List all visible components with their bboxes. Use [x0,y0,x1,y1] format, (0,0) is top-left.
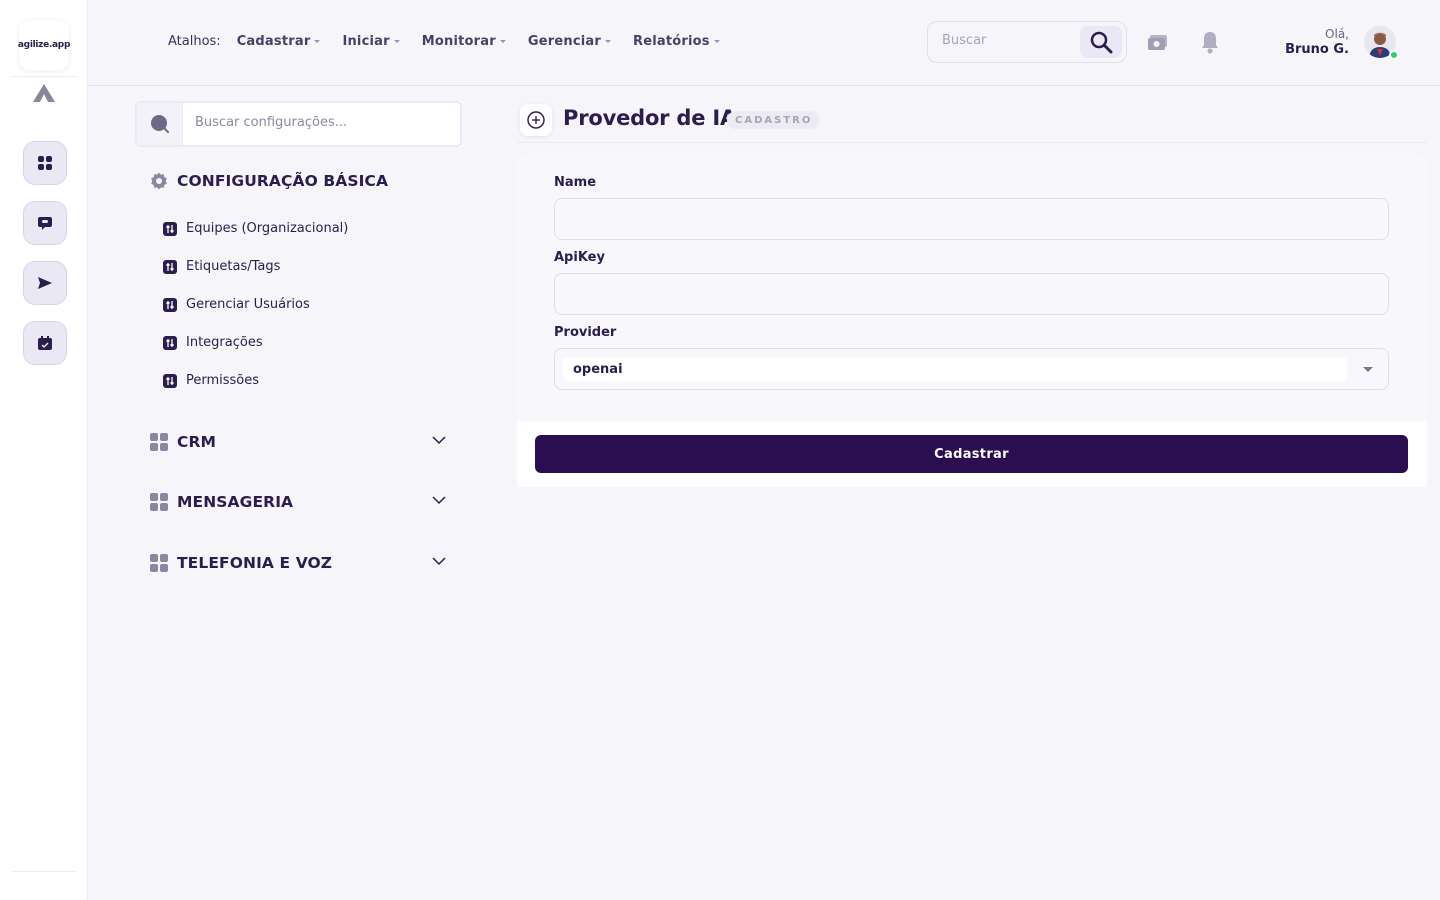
settings-search-icon-box [137,103,183,145]
sliders-icon [163,221,177,236]
send-button[interactable] [23,261,67,305]
nav-label: Gerenciar [527,34,601,49]
global-search [927,21,1127,63]
nav-monitorar[interactable]: Monitorar [422,34,506,49]
send-icon [38,277,52,289]
brand-mark-icon [33,84,55,102]
sliders-icon [163,373,177,388]
section-title: CRM [177,433,217,451]
user-name: Bruno G. [1285,42,1349,57]
settings-item-etiquetas[interactable]: Etiquetas/Tags [163,259,280,274]
apikey-label: ApiKey [554,250,605,265]
apikey-field-box [554,273,1389,315]
global-search-button[interactable] [1080,26,1122,58]
money-icon[interactable] [1146,30,1170,54]
settings-item-label: Gerenciar Usuários [186,297,310,312]
rail-divider [12,76,76,77]
name-field[interactable] [555,199,1388,239]
caret-down-icon [499,40,506,43]
top-header: Atalhos: Cadastrar Iniciar Monitorar Ger… [88,0,1440,86]
submit-button[interactable]: Cadastrar [535,435,1408,473]
nav-label: Relatórios [632,34,710,49]
chat-button[interactable] [23,201,67,245]
search-icon [1090,31,1113,54]
title-divider [517,142,1427,143]
caret-down-icon [604,40,611,43]
settings-item-equipes[interactable]: Equipes (Organizacional) [163,221,348,236]
section-telefonia[interactable]: TELEFONIA E VOZ [150,554,450,572]
nav-label: Cadastrar [236,34,311,49]
left-rail: agilize.app [0,0,88,900]
caret-down-icon [393,40,400,43]
provider-label: Provider [554,325,617,340]
name-field-box [554,198,1389,240]
user-greeting: Olá, Bruno G. [1285,27,1349,57]
bell-icon[interactable] [1200,30,1220,54]
calendar-button[interactable] [23,321,67,365]
section-title: CONFIGURAÇÃO BÁSICA [177,172,389,190]
grid-icon [150,433,168,451]
section-title: MENSAGERIA [177,493,294,511]
grid-icon [150,554,168,572]
name-label: Name [554,175,597,190]
chevron-down-icon[interactable] [432,556,446,566]
nav-label: Monitorar [421,34,496,49]
form-body: Name ApiKey Provider openai [517,153,1427,421]
logo-text: agilize.app [17,40,71,50]
chevron-down-icon[interactable] [432,495,446,505]
app-logo[interactable]: agilize.app [17,20,71,70]
section-title: TELEFONIA E VOZ [177,554,333,572]
sliders-icon [163,297,177,312]
nav-iniciar[interactable]: Iniciar [342,34,400,49]
settings-item-permissoes[interactable]: Permissões [163,373,259,388]
add-button[interactable] [520,104,552,136]
status-badge: CADASTRO [727,111,821,129]
dashboard-button[interactable] [23,141,67,185]
section-mensageria[interactable]: MENSAGERIA [150,493,450,511]
search-icon [150,115,169,133]
global-search-input[interactable] [942,33,1072,48]
settings-item-label: Integrações [186,335,263,350]
online-status-dot [1389,50,1399,60]
sliders-icon [163,259,177,274]
settings-item-label: Equipes (Organizacional) [186,221,349,236]
settings-item-label: Permissões [186,373,260,388]
page-title: Provedor de IA [563,106,737,130]
settings-item-label: Etiquetas/Tags [186,259,281,274]
caret-down-icon [1363,367,1373,372]
nav-label: Iniciar [342,34,390,49]
section-crm[interactable]: CRM [150,433,450,451]
settings-search-input[interactable] [195,115,445,130]
caret-down-icon [713,40,720,43]
apikey-field[interactable] [555,274,1388,314]
grid-icon [38,156,52,170]
nav-cadastrar[interactable]: Cadastrar [237,34,321,49]
settings-item-integracoes[interactable]: Integrações [163,335,263,350]
provider-selected-value: openai [563,357,1347,381]
chevron-down-icon[interactable] [432,435,446,445]
nav-relatorios[interactable]: Relatórios [633,34,720,49]
chat-icon [38,217,52,230]
calendar-icon [38,336,52,350]
plus-circle-icon [527,111,545,129]
shortcuts-nav: Atalhos: Cadastrar Iniciar Monitorar Ger… [168,34,742,49]
rail-divider-bottom [12,871,76,872]
section-configuracao-basica[interactable]: CONFIGURAÇÃO BÁSICA [150,172,450,190]
sliders-icon [163,335,177,350]
provider-select[interactable]: openai [554,348,1389,390]
shortcuts-label: Atalhos: [168,34,221,49]
nav-gerenciar[interactable]: Gerenciar [528,34,611,49]
grid-icon [150,493,168,511]
form-card: Name ApiKey Provider openai Cadastrar [517,153,1427,487]
caret-down-icon [314,40,321,43]
gear-icon [151,172,167,190]
greeting-text: Olá, [1325,27,1349,41]
settings-search [135,101,462,147]
settings-item-usuarios[interactable]: Gerenciar Usuários [163,297,310,312]
